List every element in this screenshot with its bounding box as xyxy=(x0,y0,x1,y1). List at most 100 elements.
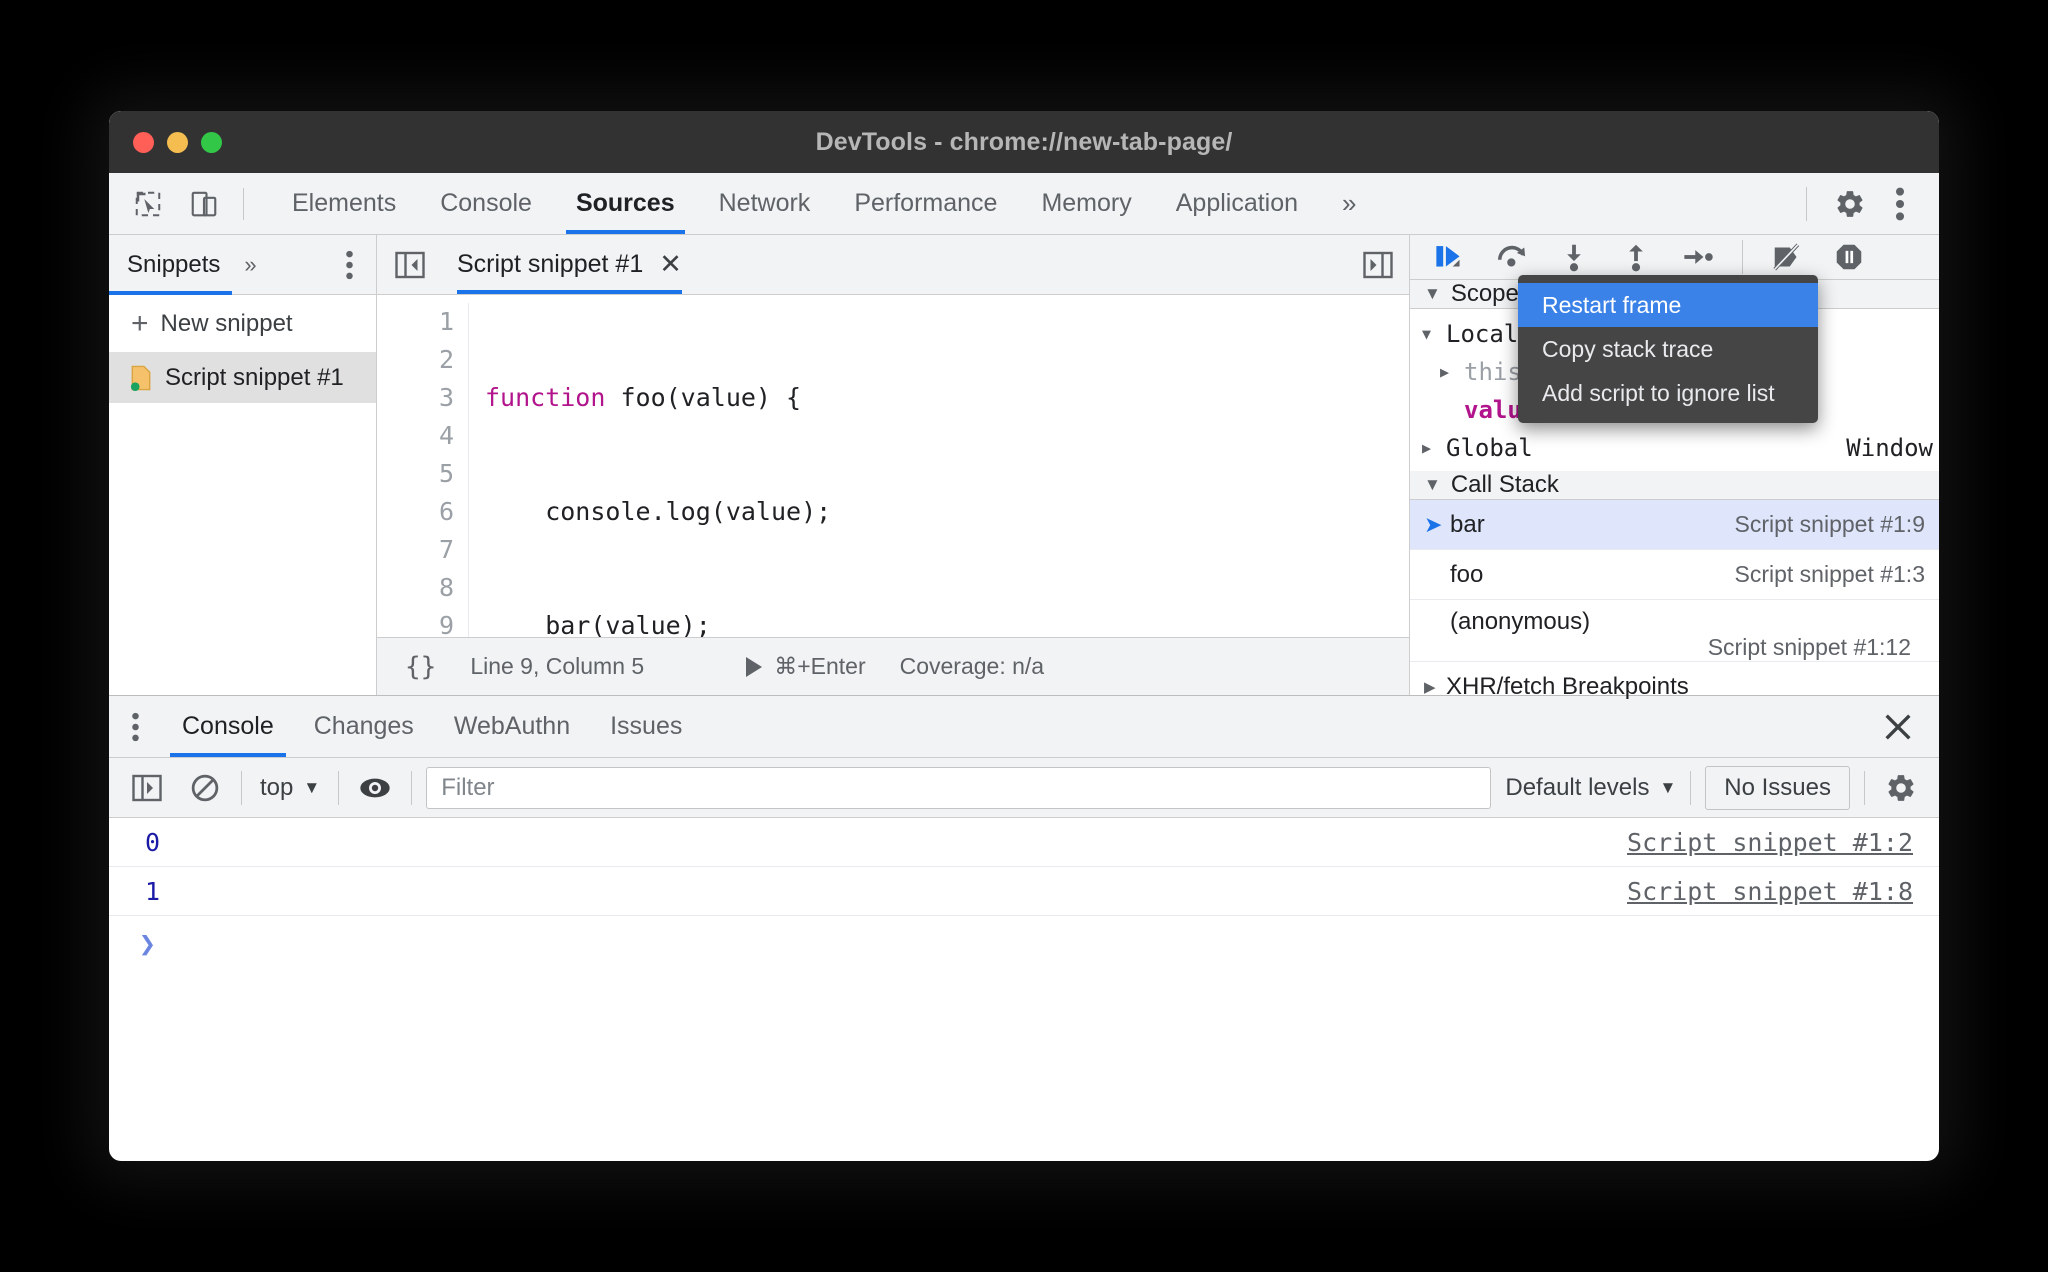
step-over-button[interactable] xyxy=(1488,235,1536,279)
navigator-menu-icon[interactable] xyxy=(345,250,376,280)
current-frame-arrow-icon: ➤ xyxy=(1424,511,1443,537)
drawer-menu-icon[interactable] xyxy=(109,712,162,742)
line-number[interactable]: 2 xyxy=(377,341,454,379)
step-out-button[interactable] xyxy=(1612,235,1660,279)
tab-console[interactable]: Console xyxy=(418,173,554,234)
drawer-tab-console[interactable]: Console xyxy=(162,696,294,757)
drawer-tab-webauthn[interactable]: WebAuthn xyxy=(434,696,590,757)
console-message-source-link[interactable]: Script snippet #1:8 xyxy=(1627,877,1913,906)
context-menu-item-copy-stack-trace[interactable]: Copy stack trace xyxy=(1518,327,1818,371)
panel-tabs: Elements Console Sources Network Perform… xyxy=(270,173,1379,234)
title-bar: DevTools - chrome://new-tab-page/ xyxy=(109,111,1939,173)
tabbar-right-icons xyxy=(1792,183,1939,225)
navigator-more-chevron-icon[interactable]: » xyxy=(220,252,256,278)
execution-context-value: top xyxy=(260,773,294,801)
log-levels-selector[interactable]: Default levels ▼ xyxy=(1505,774,1676,802)
show-navigator-icon[interactable] xyxy=(377,251,443,279)
issues-button[interactable]: No Issues xyxy=(1705,765,1850,810)
scope-group-global[interactable]: ▶ Global Window xyxy=(1422,429,1939,467)
editor-tab-script-snippet-1[interactable]: Script snippet #1 ✕ xyxy=(443,235,692,294)
clear-console-icon[interactable] xyxy=(183,766,227,810)
call-stack-context-menu: Restart frame Copy stack trace Add scrip… xyxy=(1518,275,1818,423)
context-menu-item-restart-frame[interactable]: Restart frame xyxy=(1518,283,1818,327)
close-window-button[interactable] xyxy=(133,131,154,153)
filter-input[interactable] xyxy=(426,766,1492,809)
code-text: foo(value) { xyxy=(605,383,802,412)
console-sidebar-icon[interactable] xyxy=(125,766,169,810)
close-drawer-icon[interactable] xyxy=(1881,710,1939,744)
inspect-cursor-icon[interactable] xyxy=(131,187,165,221)
xhr-breakpoints-section-header[interactable]: ▶ XHR/fetch Breakpoints xyxy=(1410,662,1939,712)
context-menu-item-add-script-to-ignore-list[interactable]: Add script to ignore list xyxy=(1518,371,1818,415)
window-controls xyxy=(109,131,222,153)
console-message-value: 0 xyxy=(145,827,161,857)
line-number[interactable]: 7 xyxy=(377,531,454,569)
debugger-toolbar-divider xyxy=(1742,240,1743,274)
console-drawer: Console Changes WebAuthn Issues top ▼ Fi… xyxy=(109,695,1939,1005)
keyword-function: function xyxy=(485,383,606,412)
minimize-window-button[interactable] xyxy=(167,131,188,153)
gear-icon[interactable] xyxy=(1879,766,1923,810)
play-icon xyxy=(746,656,763,677)
step-into-button[interactable] xyxy=(1550,235,1598,279)
pretty-print-icon[interactable]: {} xyxy=(405,652,436,682)
execution-context-selector[interactable]: top ▼ xyxy=(256,774,324,802)
close-icon[interactable]: ✕ xyxy=(659,251,682,278)
scope-prop-name: this xyxy=(1464,358,1522,386)
deactivate-breakpoints-button[interactable] xyxy=(1763,235,1811,279)
scope-group-label: Global xyxy=(1446,434,1533,462)
call-stack-frame-location: Script snippet #1:3 xyxy=(1734,561,1925,587)
line-number[interactable]: 4 xyxy=(377,417,454,455)
tab-network[interactable]: Network xyxy=(697,173,833,234)
console-message-source-link[interactable]: Script snippet #1:2 xyxy=(1627,828,1913,857)
tab-snippets[interactable]: Snippets xyxy=(109,235,233,295)
navigator-pane: Snippets » + New snippet Script snippet … xyxy=(109,235,377,695)
chevron-down-icon: ▼ xyxy=(1424,284,1441,303)
line-number[interactable]: 5 xyxy=(377,455,454,493)
line-number[interactable]: 8 xyxy=(377,569,454,607)
console-toolbar-divider-4 xyxy=(1690,770,1692,805)
console-message[interactable]: 0 Script snippet #1:2 xyxy=(109,818,1939,867)
call-stack-frame-foo[interactable]: foo Script snippet #1:3 xyxy=(1410,550,1939,600)
more-tabs-chevron-icon[interactable]: » xyxy=(1320,188,1378,219)
device-toolbar-icon[interactable] xyxy=(187,187,221,221)
call-stack-section-header[interactable]: ▼ Call Stack xyxy=(1410,471,1939,500)
run-snippet-hint[interactable]: ⌘+Enter xyxy=(746,653,866,680)
code-line-2: console.log(value); xyxy=(485,497,832,526)
code-editor[interactable]: 1 2 3 4 5 6 7 8 9 10 11 12 13 xyxy=(377,295,1409,637)
scope-group-value: Window xyxy=(1846,434,1933,462)
line-number[interactable]: 1 xyxy=(377,303,454,341)
console-prompt[interactable]: ❯ xyxy=(109,916,1939,970)
new-snippet-button[interactable]: + New snippet xyxy=(109,295,376,353)
tab-memory[interactable]: Memory xyxy=(1019,173,1153,234)
console-toolbar-divider xyxy=(241,770,242,805)
drawer-tab-changes[interactable]: Changes xyxy=(294,696,434,757)
editor-tabbar: Script snippet #1 ✕ xyxy=(377,235,1409,295)
show-debugger-icon[interactable] xyxy=(1363,251,1409,279)
log-levels-label: Default levels xyxy=(1505,773,1650,801)
snippet-item-script-snippet-1[interactable]: Script snippet #1 xyxy=(109,353,376,403)
maximize-window-button[interactable] xyxy=(201,131,222,153)
resume-button[interactable] xyxy=(1426,235,1474,279)
gear-icon[interactable] xyxy=(1829,183,1871,225)
line-number[interactable]: 6 xyxy=(377,493,454,531)
tab-elements[interactable]: Elements xyxy=(270,173,418,234)
call-stack-frame-bar[interactable]: ➤ bar Script snippet #1:9 xyxy=(1410,500,1939,550)
debugger-pane: ▼ Scope ▼ Local ▶ this: Window value: 1 xyxy=(1409,235,1939,700)
navigator-header: Snippets » xyxy=(109,235,376,295)
plus-icon: + xyxy=(131,306,149,340)
tab-application[interactable]: Application xyxy=(1154,173,1320,234)
tabbar-right-divider xyxy=(1806,186,1807,221)
drawer-tab-issues[interactable]: Issues xyxy=(590,696,702,757)
line-number[interactable]: 3 xyxy=(377,379,454,417)
call-stack-frame-anonymous[interactable]: (anonymous) Script snippet #1:12 xyxy=(1410,600,1939,662)
console-message[interactable]: 1 Script snippet #1:8 xyxy=(109,867,1939,916)
line-number[interactable]: 9 xyxy=(377,607,454,637)
editor-tab-label: Script snippet #1 xyxy=(457,250,644,278)
pause-on-exceptions-button[interactable] xyxy=(1825,235,1873,279)
tab-sources[interactable]: Sources xyxy=(554,173,697,234)
step-button[interactable] xyxy=(1674,235,1722,279)
tab-performance[interactable]: Performance xyxy=(832,173,1019,234)
live-expression-icon[interactable] xyxy=(353,766,397,810)
three-dots-vertical-icon[interactable] xyxy=(1879,183,1921,225)
